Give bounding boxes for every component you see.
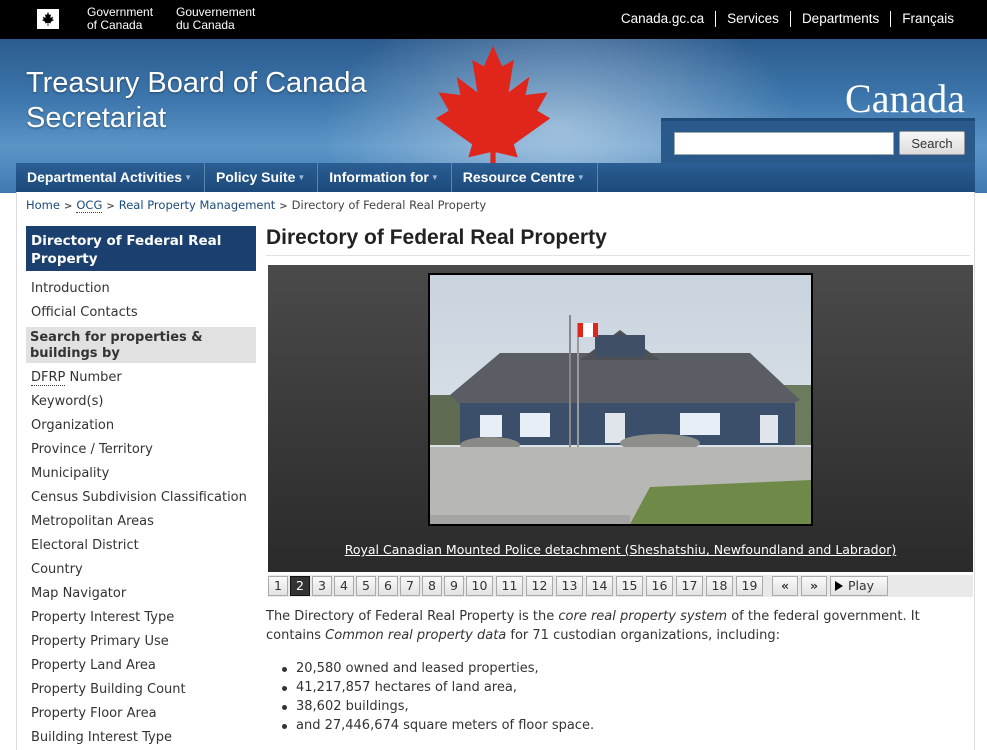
nav-item-province-territory[interactable]: Province / Territory [26, 438, 256, 462]
nav-item-census-subdivision[interactable]: Census Subdivision Classification [26, 486, 256, 510]
slide-caption[interactable]: Royal Canadian Mounted Police detachment… [268, 542, 973, 557]
nav-item-map-navigator[interactable]: Map Navigator [26, 582, 256, 606]
link-canada-gc-ca[interactable]: Canada.gc.ca [610, 11, 715, 27]
breadcrumb-home[interactable]: Home [26, 198, 60, 212]
breadcrumb-real-property-management[interactable]: Real Property Management [119, 198, 276, 212]
chevron-down-icon: ▼ [576, 173, 585, 182]
chevron-down-icon: ▼ [430, 173, 439, 182]
pager-page-17[interactable]: 17 [676, 576, 703, 596]
play-icon [835, 581, 843, 591]
pager-page-9[interactable]: 9 [444, 576, 464, 596]
slide-image[interactable] [428, 273, 813, 526]
nav-item-organization[interactable]: Organization [26, 414, 256, 438]
breadcrumb-current: Directory of Federal Real Property [291, 198, 487, 212]
chevron-down-icon: ▼ [184, 173, 193, 182]
menu-departmental-activities[interactable]: Departmental Activities ▼ [16, 163, 206, 192]
chevron-down-icon: ▼ [297, 173, 306, 182]
nav-item-property-interest-type[interactable]: Property Interest Type [26, 606, 256, 630]
list-item: 41,217,857 hectares of land area, [278, 678, 594, 697]
pager-page-18[interactable]: 18 [706, 576, 733, 596]
page-title: Directory of Federal Real Property [266, 226, 970, 256]
nav-item-country[interactable]: Country [26, 558, 256, 582]
pager-page-2[interactable]: 2 [290, 576, 310, 596]
nav-item-official-contacts[interactable]: Official Contacts [26, 301, 256, 325]
site-search: Search [661, 118, 975, 166]
breadcrumb-ocg[interactable]: OCG [76, 198, 103, 213]
menu-resource-centre[interactable]: Resource Centre ▼ [452, 163, 598, 192]
nav-item-dfrp-number[interactable]: DFRP Number [26, 366, 256, 390]
pager-page-4[interactable]: 4 [334, 576, 354, 596]
federal-identity-bar: Government of Canada Gouvernement du Canad… [0, 0, 987, 39]
canada-wordmark: Canada [845, 76, 965, 121]
stats-list: 20,580 owned and leased properties, 41,2… [278, 659, 594, 735]
link-francais[interactable]: Français [890, 11, 965, 27]
left-navigation: Directory of Federal Real Property Intro… [26, 226, 256, 750]
nav-item-property-primary-use[interactable]: Property Primary Use [26, 630, 256, 654]
image-slideshow: Royal Canadian Mounted Police detachment… [268, 265, 973, 572]
site-title[interactable]: Treasury Board of Canada Secretariat [26, 66, 367, 136]
maple-leaf-icon [435, 45, 551, 173]
pager-page-8[interactable]: 8 [422, 576, 442, 596]
menu-information-for[interactable]: Information for ▼ [318, 163, 452, 192]
nav-item-property-floor-area[interactable]: Property Floor Area [26, 702, 256, 726]
pager-page-1[interactable]: 1 [268, 576, 288, 596]
pager-next-button[interactable]: » [801, 576, 827, 596]
nav-item-keywords[interactable]: Keyword(s) [26, 390, 256, 414]
pager-page-14[interactable]: 14 [586, 576, 613, 596]
nav-item-municipality[interactable]: Municipality [26, 462, 256, 486]
pager-page-10[interactable]: 10 [466, 576, 493, 596]
nav-item-building-interest-type[interactable]: Building Interest Type [26, 726, 256, 750]
pager-page-11[interactable]: 11 [496, 576, 523, 596]
link-departments[interactable]: Departments [789, 11, 890, 27]
list-item: and 27,446,674 square meters of floor sp… [278, 716, 594, 735]
link-services[interactable]: Services [715, 11, 790, 27]
pager-page-19[interactable]: 19 [736, 576, 763, 596]
nav-subheading: Search for properties & buildings by [26, 327, 256, 363]
pager-page-12[interactable]: 12 [526, 576, 553, 596]
fip-links: Canada.gc.ca Services Departments França… [610, 11, 965, 27]
nav-item-property-land-area[interactable]: Property Land Area [26, 654, 256, 678]
pager-page-5[interactable]: 5 [356, 576, 376, 596]
nav-heading[interactable]: Directory of Federal Real Property [26, 226, 256, 271]
canada-flag-icon [26, 9, 70, 29]
search-button[interactable]: Search [899, 131, 965, 155]
search-input[interactable] [674, 132, 894, 155]
pager-page-15[interactable]: 15 [616, 576, 643, 596]
menu-policy-suite[interactable]: Policy Suite ▼ [205, 163, 319, 192]
nav-item-electoral-district[interactable]: Electoral District [26, 534, 256, 558]
pager-page-6[interactable]: 6 [378, 576, 398, 596]
pager-prev-button[interactable]: « [772, 576, 798, 596]
list-item: 20,580 owned and leased properties, [278, 659, 594, 678]
government-signature-fr: Gouvernement du Canada [176, 5, 256, 32]
breadcrumb: Home > OCG > Real Property Management > Direct… [26, 198, 487, 213]
intro-paragraph: The Directory of Federal Real Property i… [266, 609, 920, 643]
main-menu: Departmental Activities ▼ Policy Suite ▼ I… [16, 163, 975, 192]
government-signature-en: Government of Canada [87, 5, 154, 32]
nav-item-introduction[interactable]: Introduction [26, 277, 256, 301]
pager-page-7[interactable]: 7 [400, 576, 420, 596]
pager-page-13[interactable]: 13 [556, 576, 583, 596]
slideshow-pager: 1 2 3 4 5 6 7 8 9 10 11 12 13 14 15 16 1… [268, 575, 973, 597]
pager-play-button[interactable]: Play [830, 576, 888, 596]
list-item: 38,602 buildings, [278, 697, 594, 716]
nav-item-property-building-count[interactable]: Property Building Count [26, 678, 256, 702]
nav-item-metropolitan-areas[interactable]: Metropolitan Areas [26, 510, 256, 534]
pager-page-3[interactable]: 3 [312, 576, 332, 596]
pager-page-16[interactable]: 16 [646, 576, 673, 596]
